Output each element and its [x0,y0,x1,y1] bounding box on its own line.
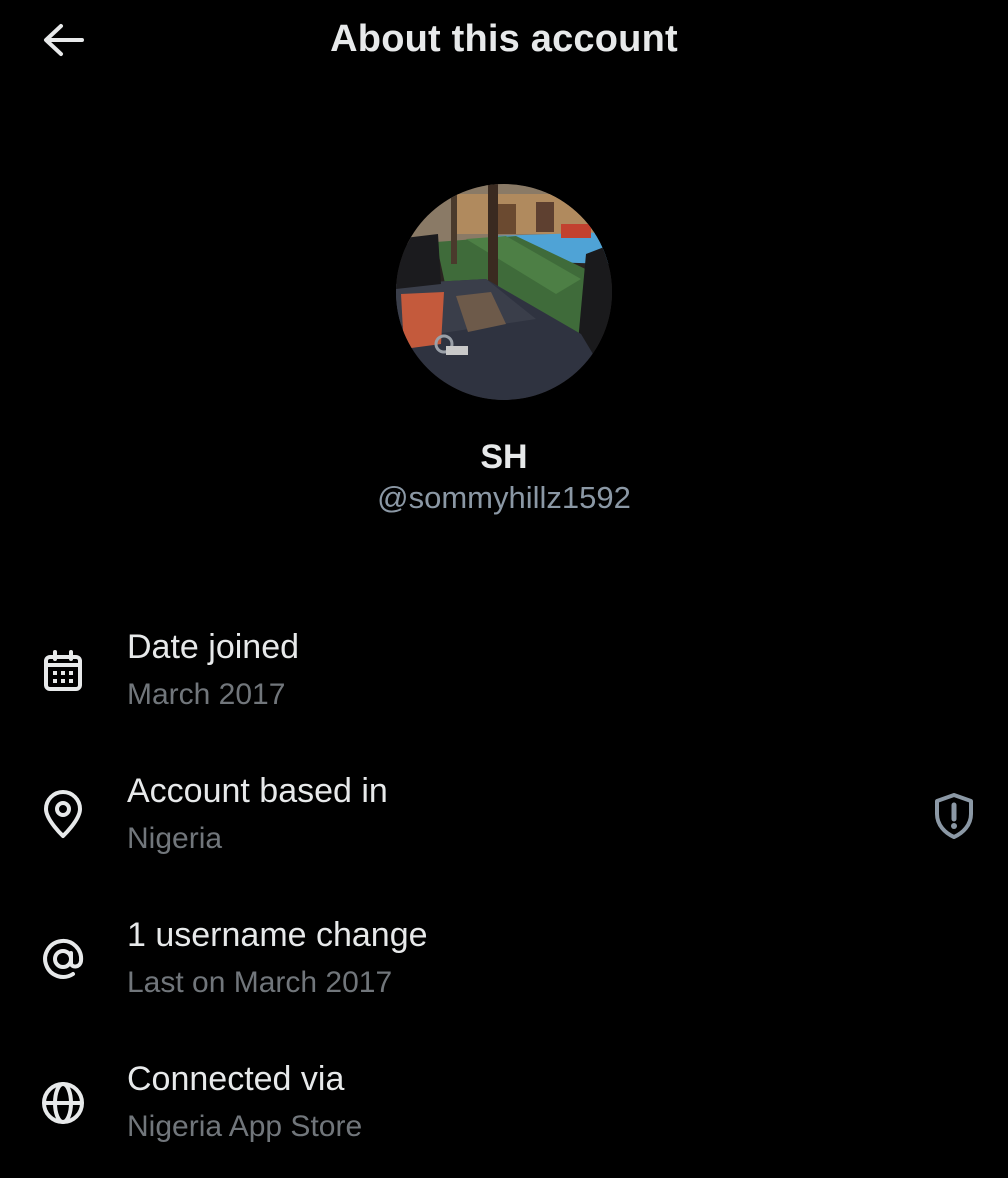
location-pin-icon [36,788,90,842]
detail-value: March 2017 [127,678,286,711]
detail-row-connected-via: Connected via Nigeria App Store [0,1044,1008,1164]
detail-label: Date joined [127,628,300,666]
detail-row-username-change: 1 username change Last on March 2017 [0,900,1008,1020]
detail-value: Nigeria App Store [127,1110,363,1143]
username-handle: @sommyhillz1592 [377,480,631,515]
detail-label: Account based in [127,772,388,810]
detail-row-date-joined: Date joined March 2017 [0,612,1008,732]
display-name: SH [480,438,528,476]
avatar[interactable] [396,184,612,400]
detail-value: Nigeria [127,822,223,855]
globe-icon [36,1076,90,1130]
top-bar: About this account [0,0,1008,84]
detail-label: 1 username change [127,916,428,954]
detail-label: Connected via [127,1060,345,1098]
shield-alert-icon[interactable] [928,790,980,842]
detail-row-account-based-in: Account based in Nigeria [0,756,1008,876]
page-title: About this account [330,18,678,60]
at-sign-icon [36,932,90,986]
detail-value: Last on March 2017 [127,966,393,999]
calendar-icon [36,644,90,698]
